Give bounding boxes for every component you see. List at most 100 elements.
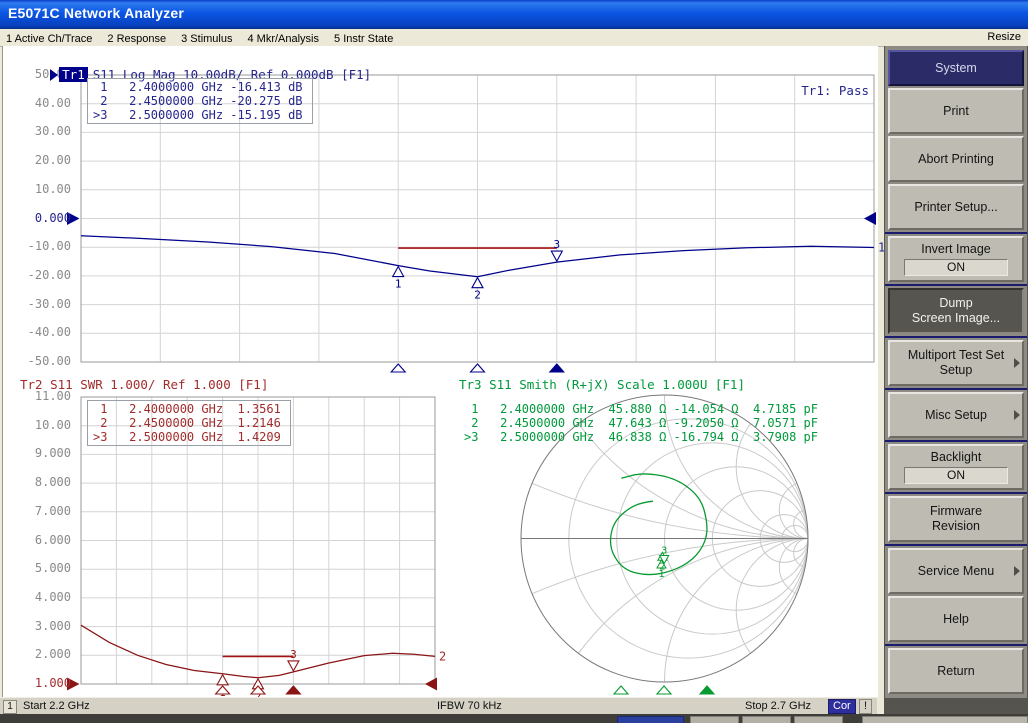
submenu-arrow-icon xyxy=(1014,410,1020,420)
softkey-toggle-state[interactable]: ON xyxy=(904,259,1008,276)
softkey-group-separator xyxy=(885,544,1027,546)
y-tick-label: -30.00 xyxy=(7,297,71,311)
tr3-stimulus-marker-1[interactable] xyxy=(614,686,628,694)
tr1-marker-1[interactable]: 1 xyxy=(393,267,404,291)
y-tick-label: 40.00 xyxy=(7,96,71,110)
submenu-arrow-icon xyxy=(1014,566,1020,576)
active-trace-indicator-icon xyxy=(50,69,58,81)
softkey-group-separator xyxy=(885,232,1027,234)
tr2-marker-table: 1 2.4000000 GHz 1.3561 2 2.4500000 GHz 1… xyxy=(87,400,291,446)
softkey-system[interactable]: System xyxy=(888,50,1024,86)
marker-number-label: 3 xyxy=(661,545,667,556)
tr2-marker-row-3: >3 2.5000000 GHz 1.4209 xyxy=(93,430,290,444)
resize-button[interactable]: Resize xyxy=(987,29,1021,46)
softkey-group-separator xyxy=(885,492,1027,494)
channel-indicator: 1 xyxy=(3,700,17,714)
tr2-stimulus-marker-3[interactable] xyxy=(286,686,300,694)
tr1-marker-row-1: 1 2.4000000 GHz -16.413 dB xyxy=(93,80,312,94)
taskbar-strip xyxy=(0,714,1028,723)
softkey-backlight[interactable]: Backlight ON xyxy=(888,444,1024,490)
window-title: E5071C Network Analyzer xyxy=(8,5,184,21)
taskbar-item-icon[interactable] xyxy=(742,716,791,723)
y-tick-label: 2.000 xyxy=(7,647,71,661)
tr3-marker-row-3: >3 2.5000000 GHz 46.838 Ω -16.794 Ω 3.79… xyxy=(464,430,818,444)
softkey-label: System xyxy=(935,61,977,76)
softkey-group-separator xyxy=(885,336,1027,338)
softkey-print[interactable]: Print xyxy=(888,88,1024,134)
softkey-misc-setup[interactable]: Misc Setup xyxy=(888,392,1024,438)
marker-number-label: 2 xyxy=(439,649,446,663)
tr2-stimulus-marker-1[interactable] xyxy=(216,686,230,694)
y-tick-label: 0.000 xyxy=(7,211,71,225)
y-tick-label: 10.00 xyxy=(7,418,71,432)
tr1-stimulus-marker-3[interactable] xyxy=(550,364,564,372)
softkey-group-separator xyxy=(885,388,1027,390)
menu-items: 1 Active Ch/Trace2 Response3 Stimulus4 M… xyxy=(0,29,402,46)
y-tick-label: 7.000 xyxy=(7,504,71,518)
softkey-label: Printer Setup... xyxy=(914,200,997,215)
softkey-firmware-revision[interactable]: Firmware Revision xyxy=(888,496,1024,542)
softkey-service-menu[interactable]: Service Menu xyxy=(888,548,1024,594)
tr2-ref-level-indicator-right xyxy=(425,678,437,691)
tr2-marker-3[interactable]: 3 xyxy=(288,648,299,671)
y-tick-label: 5.000 xyxy=(7,561,71,575)
tr3-marker-table: 1 2.4000000 GHz 45.880 Ω -14.054 Ω 4.718… xyxy=(459,401,818,445)
tr1-marker-3[interactable]: 3 xyxy=(551,238,562,261)
softkey-toggle-state[interactable]: ON xyxy=(904,467,1008,484)
stop-frequency-readout: Stop 2.7 GHz xyxy=(745,700,811,712)
taskbar-item-icon[interactable] xyxy=(794,716,843,723)
softkey-label: Misc Setup xyxy=(925,408,987,423)
y-tick-label: 20.00 xyxy=(7,153,71,167)
tr1-marker-table: 1 2.4000000 GHz -16.413 dB 2 2.4500000 G… xyxy=(87,78,313,124)
tr1-stimulus-marker-1[interactable] xyxy=(391,364,405,372)
softkey-invert-image[interactable]: Invert Image ON xyxy=(888,236,1024,282)
softkey-label: Backlight xyxy=(931,450,982,465)
submenu-arrow-icon xyxy=(1014,358,1020,368)
softkey-multiport-test-set-setup[interactable]: Multiport Test Set Setup xyxy=(888,340,1024,386)
y-tick-label: 1.000 xyxy=(7,676,71,690)
y-tick-label: -50.00 xyxy=(7,354,71,368)
marker-number-label: 1 xyxy=(395,278,402,291)
menubar: 1 Active Ch/Trace2 Response3 Stimulus4 M… xyxy=(0,29,1028,47)
tr3-header[interactable]: Tr3 S11 Smith (R+jX) Scale 1.000U [F1] xyxy=(459,377,745,392)
y-tick-label: -10.00 xyxy=(7,239,71,253)
softkey-stack: System Print Abort Printing Printer Setup..… xyxy=(885,46,1027,698)
softkey-return[interactable]: Return xyxy=(888,648,1024,694)
tr2-header[interactable]: Tr2 S11 SWR 1.000/ Ref 1.000 [F1] xyxy=(20,377,268,392)
softkey-help[interactable]: Help xyxy=(888,596,1024,642)
y-tick-label: 8.000 xyxy=(7,475,71,489)
y-tick-label: 3.000 xyxy=(7,619,71,633)
softkey-printer-setup[interactable]: Printer Setup... xyxy=(888,184,1024,230)
ifbw-readout: IFBW 70 kHz xyxy=(437,700,502,712)
tr1-ref-level-indicator-right xyxy=(864,212,876,225)
tr1-marker-row-3: >3 2.5000000 GHz -15.195 dB xyxy=(93,108,312,122)
softkey-label: Return xyxy=(937,664,975,679)
taskbar-item-icon[interactable] xyxy=(690,716,739,723)
window-titlebar[interactable]: E5071C Network Analyzer xyxy=(0,0,1028,29)
tr1-marker-row-2: 2 2.4500000 GHz -20.275 dB xyxy=(93,94,312,108)
tr3-stimulus-marker-3[interactable] xyxy=(700,686,714,694)
softkey-label: Multiport Test Set Setup xyxy=(908,348,1004,378)
softkey-label: Print xyxy=(943,104,969,119)
y-tick-label: 9.000 xyxy=(7,446,71,460)
softkey-label: Dump Screen Image... xyxy=(912,296,1000,326)
softkey-abort-printing[interactable]: Abort Printing xyxy=(888,136,1024,182)
softkey-dump-screen-image[interactable]: Dump Screen Image... xyxy=(888,288,1024,334)
tr3-marker-row-1: 1 2.4000000 GHz 45.880 Ω -14.054 Ω 4.718… xyxy=(464,402,818,416)
start-frequency-readout: Start 2.2 GHz xyxy=(23,700,90,712)
tr1-marker-2[interactable]: 2 xyxy=(472,278,483,302)
y-tick-label: 4.000 xyxy=(7,590,71,604)
y-tick-label: -40.00 xyxy=(7,325,71,339)
marker-number-label: 3 xyxy=(553,238,560,251)
softkey-label: Firmware Revision xyxy=(930,504,982,534)
tr1-label: Tr1 xyxy=(59,67,88,82)
tr1-stimulus-marker-2[interactable] xyxy=(471,364,485,372)
marker-number-label: 3 xyxy=(290,648,297,661)
softkey-label: Service Menu xyxy=(918,564,994,579)
softkey-label: Invert Image xyxy=(921,242,990,257)
alert-indicator: ! xyxy=(859,699,872,714)
y-tick-label: 10.00 xyxy=(7,182,71,196)
tr3-stimulus-marker-2[interactable] xyxy=(657,686,671,694)
taskbar-item-icon[interactable] xyxy=(617,716,684,723)
tr2-marker-row-2: 2 2.4500000 GHz 1.2146 xyxy=(93,416,290,430)
